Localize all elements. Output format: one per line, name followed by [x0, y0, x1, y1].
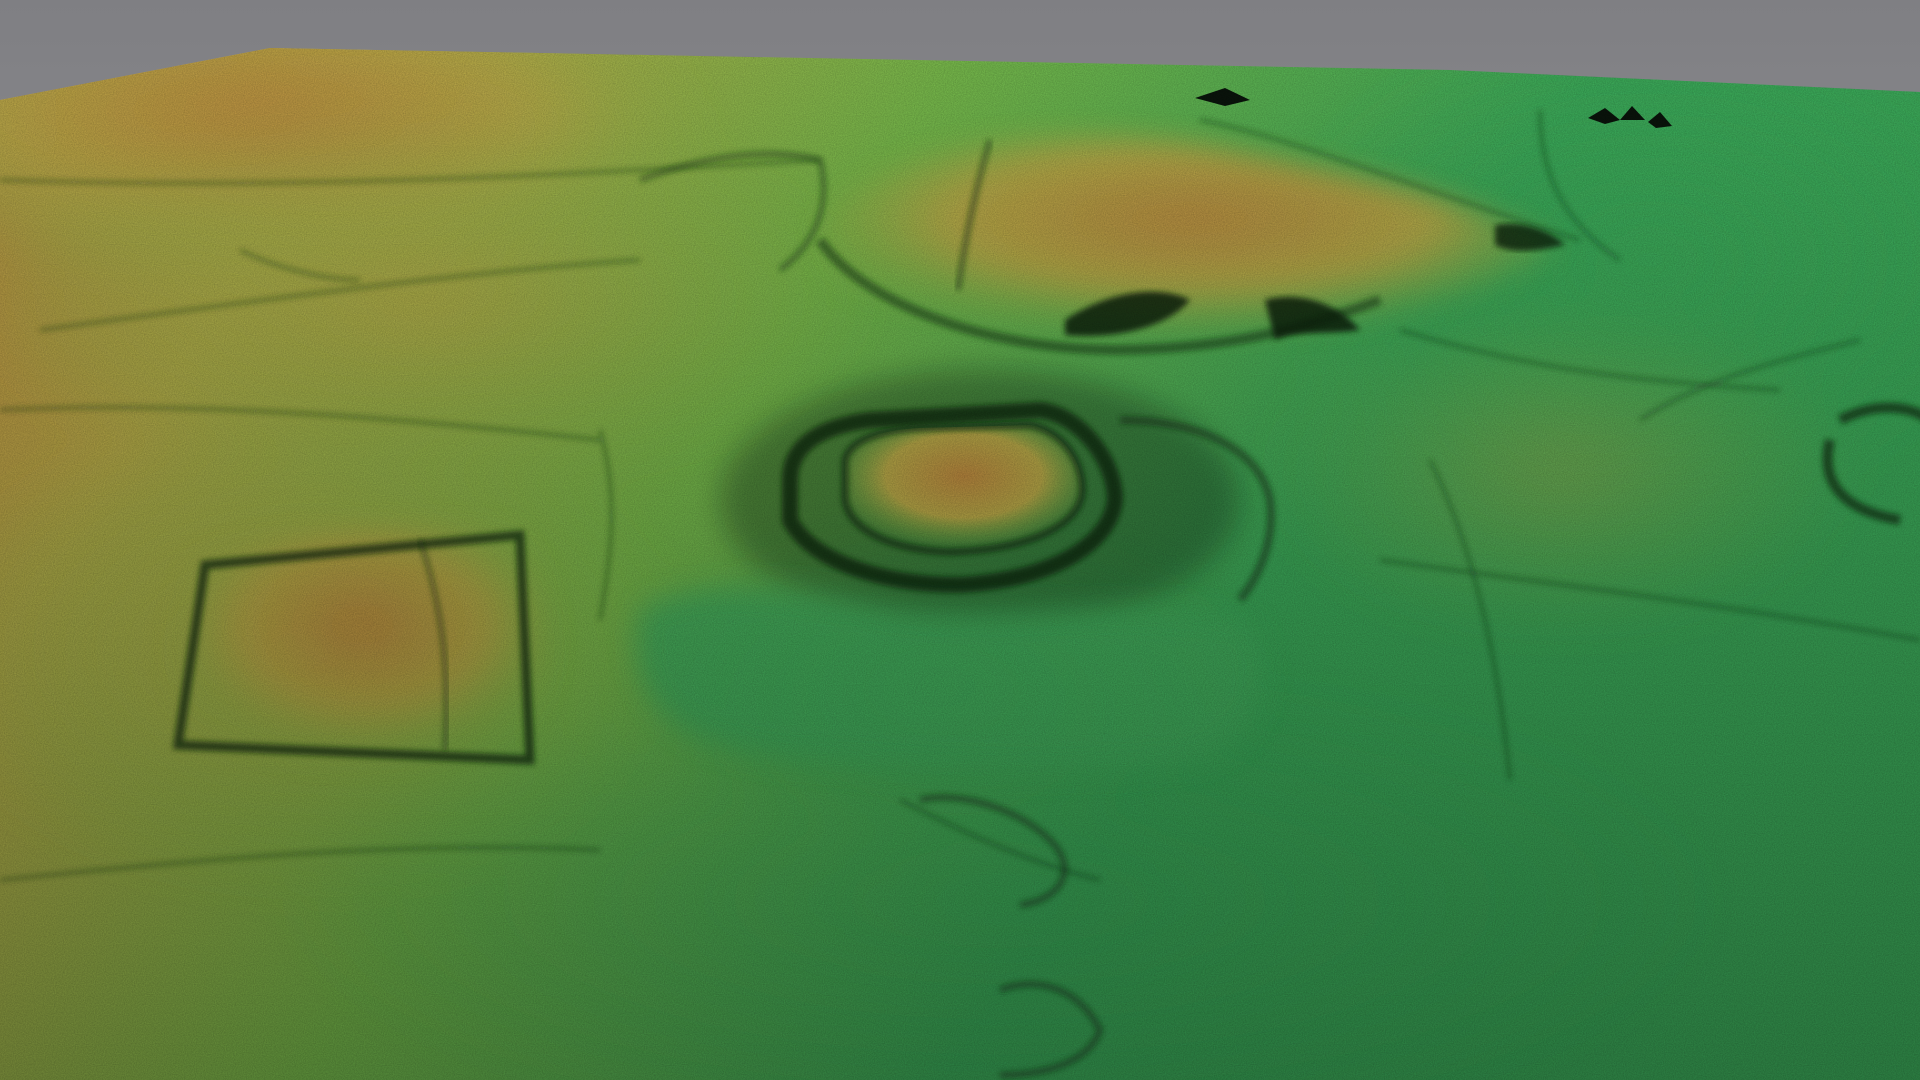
- terrain-surface: [0, 48, 1920, 1080]
- terrain-scene: [0, 0, 1920, 1080]
- surface-texture: [0, 48, 1920, 1080]
